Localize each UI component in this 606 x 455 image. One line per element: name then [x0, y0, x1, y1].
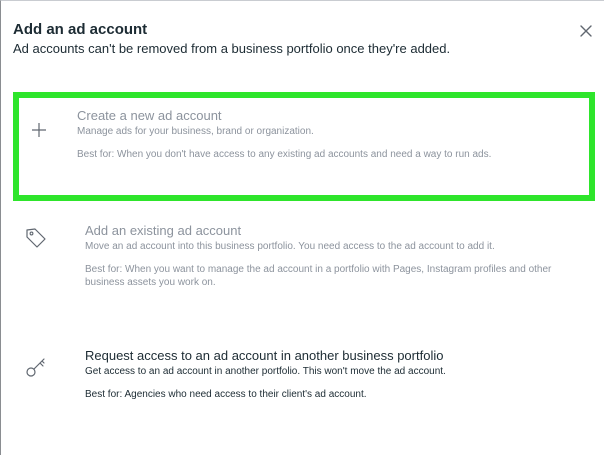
option-text: Add an existing ad account Move an ad ac…	[85, 223, 591, 289]
dialog-subtitle: Ad accounts can't be removed from a busi…	[13, 41, 451, 56]
option-add-existing-ad-account[interactable]: Add an existing ad account Move an ad ac…	[13, 221, 595, 311]
option-title: Add an existing ad account	[85, 223, 242, 238]
close-icon	[580, 25, 592, 37]
option-best-for: Best for: Agencies who need access to th…	[85, 389, 367, 400]
option-description: Move an ad account into this business po…	[85, 241, 495, 252]
option-text: Create a new ad account Manage ads for y…	[77, 108, 585, 161]
option-description: Get access to an ad account in another p…	[85, 366, 446, 377]
option-create-new-ad-account[interactable]: Create a new ad account Manage ads for y…	[13, 92, 595, 201]
plus-icon	[31, 122, 47, 143]
option-description: Manage ads for your business, brand or o…	[77, 126, 314, 137]
option-text: Request access to an ad account in anoth…	[85, 348, 591, 401]
dialog-title: Add an ad account	[13, 21, 148, 38]
option-title: Request access to an ad account in anoth…	[85, 348, 444, 363]
option-best-for: Best for: When you want to manage the ad…	[85, 264, 552, 288]
key-icon	[25, 356, 47, 383]
add-ad-account-dialog: Add an ad account Ad accounts can't be r…	[0, 0, 604, 455]
tag-icon	[25, 227, 47, 254]
option-best-for: Best for: When you don't have access to …	[77, 149, 492, 160]
dialog-header: Add an ad account Ad accounts can't be r…	[13, 21, 564, 58]
option-title: Create a new ad account	[77, 108, 222, 123]
option-request-access-ad-account[interactable]: Request access to an ad account in anoth…	[13, 346, 595, 416]
close-button[interactable]	[578, 23, 594, 39]
